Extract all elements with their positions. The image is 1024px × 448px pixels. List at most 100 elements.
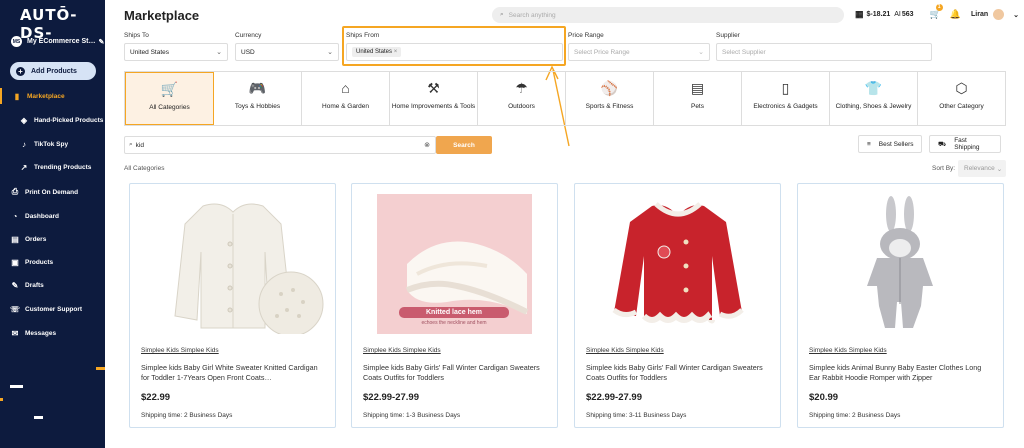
product-vendor-link[interactable]: Simplee Kids Simplee Kids: [363, 347, 441, 354]
product-name[interactable]: Simplee kids Animal Bunny Baby Easter Cl…: [809, 363, 994, 383]
supplier-placeholder: Select Supplier: [722, 48, 766, 56]
product-search-input[interactable]: ⌕ kid ⊗: [124, 136, 436, 154]
category-toys-hobbies[interactable]: 🎮 Toys & Hobbies: [214, 72, 302, 125]
category-other[interactable]: ⬡ Other Category: [918, 72, 1005, 125]
product-card[interactable]: Simplee Kids Simplee Kids Simplee kids A…: [797, 183, 1004, 428]
phone-icon: ▯: [781, 80, 790, 96]
product-vendor-link[interactable]: Simplee Kids Simplee Kids: [809, 347, 887, 354]
global-search-input[interactable]: ⌕ Search anything: [492, 7, 844, 23]
store-selector[interactable]: MS My ECommerce St… ✎: [11, 36, 104, 47]
best-sellers-button[interactable]: ≡ Best Sellers: [858, 135, 923, 153]
search-button[interactable]: Search: [436, 136, 492, 154]
avatar[interactable]: [993, 9, 1005, 20]
chevron-down-icon: ⌄: [698, 49, 704, 56]
sidebar-item-label: Orders: [25, 235, 47, 243]
supplier-select[interactable]: Select Supplier: [716, 43, 932, 61]
sidebar-item-trending[interactable]: ↗ Trending Products: [0, 159, 105, 175]
category-home-improvements[interactable]: ⚒ Home Improvements & Tools: [390, 72, 478, 125]
category-label: Sports & Fitness: [585, 103, 634, 110]
category-clothing[interactable]: 👕 Clothing, Shoes & Jewelry: [830, 72, 918, 125]
product-vendor-link[interactable]: Simplee Kids Simplee Kids: [586, 347, 664, 354]
handpicked-icon: ◈: [20, 115, 28, 125]
page-title: Marketplace: [124, 8, 200, 23]
search-placeholder: Search anything: [508, 11, 556, 19]
product-card[interactable]: Simplee Kids Simplee Kids Simplee kids B…: [129, 183, 336, 428]
product-image[interactable]: Knitted lace hem echoes the neckline and…: [377, 194, 532, 334]
category-sports-fitness[interactable]: ⚾ Sports & Fitness: [566, 72, 654, 125]
category-label: Home & Garden: [322, 103, 369, 110]
image-caption-title: Knitted lace hem: [399, 307, 509, 318]
balance[interactable]: $-18.21: [867, 11, 891, 18]
chevron-down-icon[interactable]: ⌄: [1013, 11, 1019, 19]
notification-bell-icon[interactable]: 🔔: [950, 9, 961, 20]
currency-select[interactable]: USD ⌄: [235, 43, 339, 61]
sort-value: Relevance: [964, 165, 995, 172]
sidebar-item-tiktok-spy[interactable]: ♪ TikTok Spy: [0, 136, 105, 152]
product-card[interactable]: Simplee Kids Simplee Kids Simplee kids B…: [574, 183, 781, 428]
product-price: $22.99-27.99: [586, 392, 642, 403]
product-image[interactable]: [586, 194, 771, 334]
product-image[interactable]: [141, 194, 326, 334]
sidebar-item-dashboard[interactable]: ◔ Dashboard: [0, 208, 105, 224]
shirt-icon: 👕: [864, 80, 883, 96]
sort-select[interactable]: Relevance ⌄: [958, 160, 1006, 177]
add-products-button[interactable]: + Add Products: [10, 62, 96, 80]
ai-credits[interactable]: 563: [902, 11, 914, 18]
category-pets[interactable]: ▤ Pets: [654, 72, 742, 125]
shipping-time: Shipping time: 1-3 Business Days: [363, 412, 461, 419]
trending-icon: ↗: [20, 162, 28, 172]
search-icon: ⌕: [129, 141, 133, 148]
product-vendor-link[interactable]: Simplee Kids Simplee Kids: [141, 347, 219, 354]
product-card[interactable]: Knitted lace hem echoes the neckline and…: [351, 183, 558, 428]
supplier-label: Supplier: [716, 32, 740, 39]
sidebar-item-hand-picked[interactable]: ◈ Hand-Picked Products: [0, 112, 105, 128]
store-name: My ECommerce St…: [27, 38, 96, 45]
sidebar-item-orders[interactable]: ▤ Orders: [0, 231, 105, 247]
category-label: Toys & Hobbies: [234, 103, 281, 110]
category-electronics[interactable]: ▯ Electronics & Gadgets: [742, 72, 830, 125]
category-label: All Categories: [149, 104, 190, 111]
product-name[interactable]: Simplee kids Baby Girls' Fall Winter Car…: [586, 363, 771, 383]
support-icon: ☏: [10, 304, 21, 314]
chevron-down-icon: ⌄: [996, 165, 1003, 173]
sidebar-item-drafts[interactable]: ✎ Drafts: [0, 277, 105, 293]
user-name[interactable]: Liran: [971, 11, 988, 18]
house-icon: ⌂: [341, 80, 350, 96]
messages-icon: ✉: [11, 328, 19, 338]
cart-count-badge: 1: [935, 4, 943, 11]
shipping-time: Shipping time: 2 Business Days: [809, 412, 901, 419]
sidebar-item-marketplace[interactable]: ▮ Marketplace: [0, 88, 105, 104]
gamepad-icon: 🎮: [248, 80, 267, 96]
price-range-select[interactable]: Select Price Range ⌄: [568, 43, 710, 61]
sidebar-decoration: [96, 367, 105, 370]
sidebar-item-print-on-demand[interactable]: ⎙ Print On Demand: [0, 184, 105, 200]
clear-search-icon[interactable]: ⊗: [424, 141, 430, 149]
sidebar-item-label: Dashboard: [25, 212, 59, 220]
search-icon: ⌕: [500, 11, 504, 18]
sidebar-item-customer-support[interactable]: ☏ Customer Support: [0, 301, 105, 317]
main-content: Marketplace ⌕ Search anything ▦ $-18.21 …: [105, 0, 1024, 448]
product-price: $22.99-27.99: [363, 392, 419, 403]
umbrella-icon: ☂: [515, 80, 528, 96]
wallet-icon[interactable]: ▦: [855, 9, 864, 20]
ball-icon: ⚾: [600, 80, 619, 96]
sidebar-item-products[interactable]: ▣ Products: [0, 254, 105, 270]
sidebar-item-label: Drafts: [25, 281, 44, 289]
plus-icon: +: [16, 66, 25, 76]
product-image[interactable]: [809, 194, 994, 334]
fast-shipping-button[interactable]: ⛟ Fast Shipping: [929, 135, 1001, 153]
sidebar-item-messages[interactable]: ✉ Messages: [0, 325, 105, 341]
category-all[interactable]: 🛒 All Categories: [125, 72, 214, 125]
currency-value: USD: [241, 48, 255, 56]
ships-to-select[interactable]: United States ⌄: [124, 43, 228, 61]
product-name[interactable]: Simplee kids Baby Girls' Fall Winter Car…: [363, 363, 548, 383]
price-range-placeholder: Select Price Range: [574, 48, 630, 56]
category-home-garden[interactable]: ⌂ Home & Garden: [302, 72, 390, 125]
edit-pencil-icon[interactable]: ✎: [98, 38, 104, 46]
price-range-label: Price Range: [568, 32, 604, 39]
product-name[interactable]: Simplee kids Baby Girl White Sweater Kni…: [141, 363, 326, 383]
ships-from-highlight: [342, 26, 566, 66]
cart-icon[interactable]: 🛒 1: [930, 4, 943, 20]
ships-to-value: United States: [130, 48, 170, 56]
category-outdoors[interactable]: ☂ Outdoors: [478, 72, 566, 125]
